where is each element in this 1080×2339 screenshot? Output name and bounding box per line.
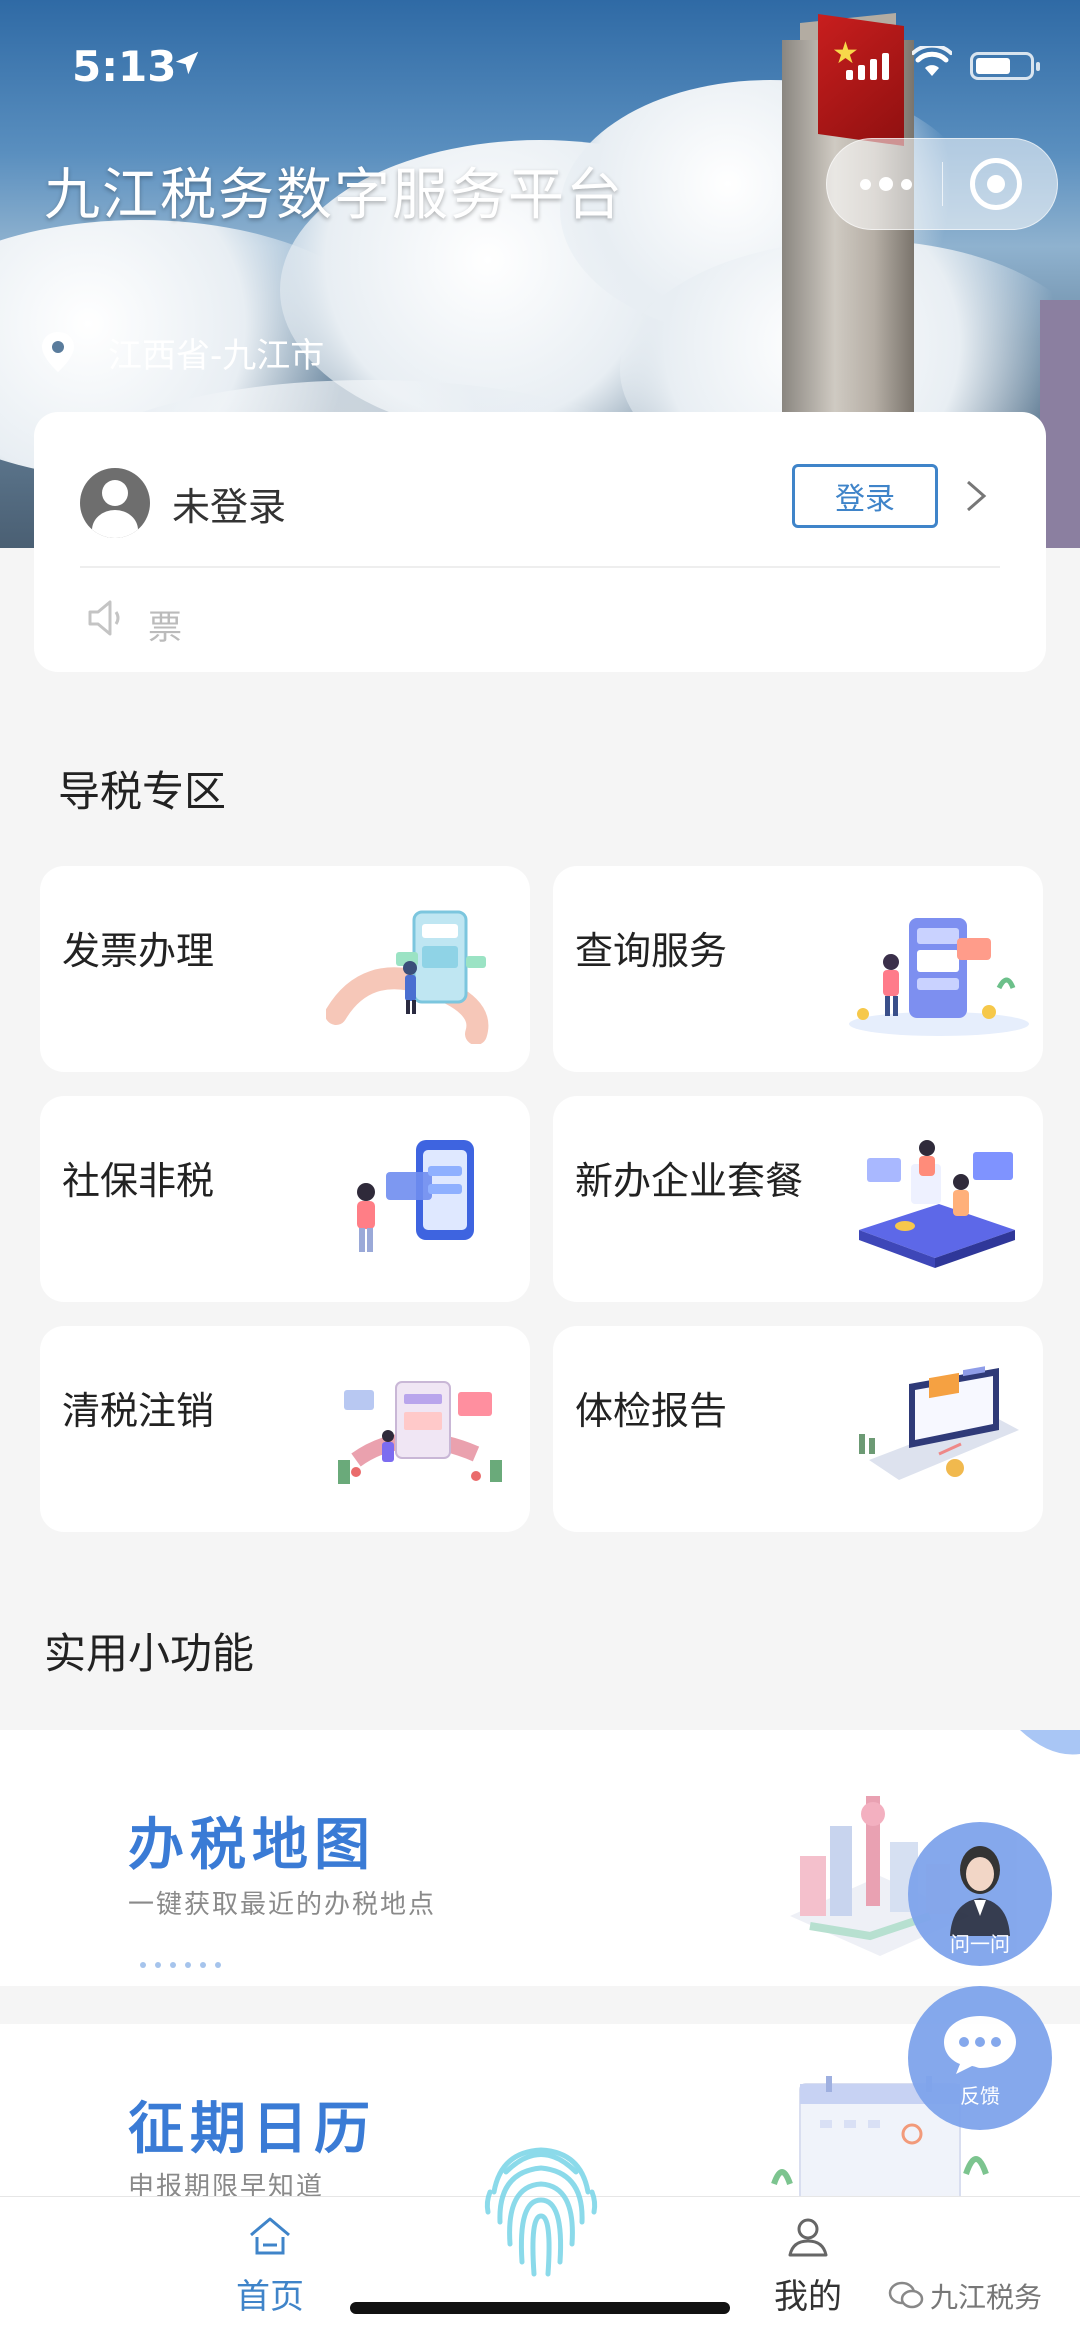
tile-new-business[interactable]: 新办企业套餐 [553,1096,1043,1302]
location-selector[interactable]: 江西省-九江市 [40,330,325,376]
tab-mine[interactable]: 我的 [748,2213,868,2318]
user-icon [788,2218,828,2257]
signal-icon [846,52,889,80]
invoice-illustration-icon [326,910,489,1044]
tab-home-label: 首页 [236,2277,304,2317]
tab-home[interactable]: 首页 [210,2213,330,2318]
login-button[interactable]: 登录 [792,464,938,528]
close-target-icon[interactable] [970,158,1022,210]
ask-assistant-button[interactable]: 问一问 [908,1822,1052,1966]
feedback-label: 反馈 [960,2084,1000,2108]
battery-icon [970,52,1040,80]
new-business-illustration-icon [859,1140,1015,1268]
tile-label: 体检报告 [575,1389,728,1433]
decor-arc [1020,1730,1080,1755]
assistant-avatar-icon [950,1846,1010,1936]
status-bar: 5:13 [0,0,1080,130]
watermark: 九江税务 [888,2276,1042,2316]
section-title-guide: 导税专区 [58,767,227,816]
status-time: 5:13 [72,42,177,91]
section-title-tools: 实用小功能 [44,1629,255,1678]
ask-label: 问一问 [950,1932,1010,1956]
tile-social-security[interactable]: 社保非税 [40,1096,530,1302]
chevron-right-icon[interactable] [964,478,988,514]
tile-health-report[interactable]: 体检报告 [553,1326,1043,1532]
tile-label: 社保非税 [62,1159,215,1203]
banner-title: 办税地图 [128,1812,376,1878]
fingerprint-icon[interactable] [476,2132,606,2292]
social-security-illustration-icon [357,1140,474,1252]
tile-label: 新办企业套餐 [575,1159,804,1203]
home-icon [250,2217,290,2255]
speaker-icon [88,600,120,636]
wechat-icon [888,2281,924,2309]
banner-subtitle: 一键获取最近的办税地点 [128,1890,437,1920]
banner-subtitle: 申报期限早知道 [128,2172,325,2196]
tile-label: 发票办理 [62,929,215,973]
banner-title: 征期日历 [128,2096,376,2162]
tax-clearance-illustration-icon [338,1381,502,1484]
notice-text: 票 [148,608,182,648]
tile-tax-clearance[interactable]: 清税注销 [40,1326,530,1532]
location-text: 江西省-九江市 [108,335,325,376]
tile-label: 清税注销 [62,1389,215,1433]
location-pin-icon [42,332,74,372]
tile-query[interactable]: 查询服务 [553,866,1043,1072]
more-icon[interactable] [846,160,926,208]
tile-label: 查询服务 [575,929,728,973]
query-illustration-icon [849,918,1029,1036]
chat-bubble-icon [944,2016,1016,2074]
feedback-button[interactable]: 反馈 [908,1986,1052,2130]
tile-invoice[interactable]: 发票办理 [40,866,530,1072]
wifi-icon [912,46,952,76]
watermark-text: 九江税务 [930,2281,1043,2314]
home-indicator [350,2302,730,2314]
health-report-illustration-icon [859,1366,1019,1480]
user-name: 未登录 [172,485,287,529]
tab-mine-label: 我的 [774,2277,842,2317]
location-arrow-icon [175,51,199,75]
user-card: 未登录 登录 票 [34,412,1046,672]
page-title: 九江税务数字服务平台 [44,163,624,228]
avatar[interactable] [80,468,150,538]
